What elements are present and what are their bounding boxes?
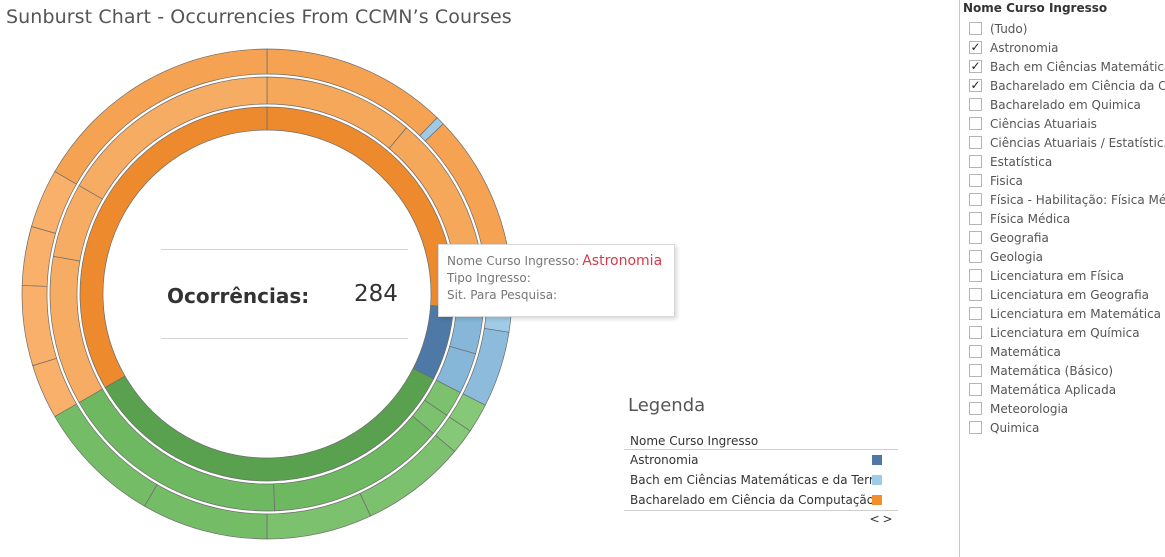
filter-item[interactable]: Fisica — [969, 172, 1165, 191]
filter-item[interactable]: (Tudo) — [969, 20, 1165, 39]
legend-swatch — [872, 495, 882, 505]
legend-item-astronomia[interactable]: Astronomia — [624, 450, 898, 470]
filter-item-label: Fisica — [990, 174, 1023, 188]
legend-header: Nome Curso Ingresso — [624, 432, 898, 450]
filter-title: Nome Curso Ingresso — [963, 1, 1108, 15]
legend-next-button[interactable]: > — [881, 511, 894, 527]
filter-item[interactable]: Ciências Atuariais — [969, 115, 1165, 134]
filter-item[interactable]: Licenciatura em Matemática — [969, 305, 1165, 324]
tooltip-situation-label: Sit. Para Pesquisa: — [447, 288, 558, 302]
center-label: Ocorrências: — [167, 284, 310, 308]
legend-pager: < > — [868, 511, 896, 527]
filter-item-label: Licenciatura em Matemática — [990, 307, 1162, 321]
filter-checkbox[interactable] — [969, 136, 982, 149]
filter-item[interactable]: Estatística — [969, 153, 1165, 172]
legend-bottom-rule — [624, 510, 898, 511]
legend-item-bach-ciencias-matematicas[interactable]: Bach em Ciências Matemáticas e da Terra — [624, 470, 898, 490]
legend-item-label: Bacharelado em Ciência da Computação — [630, 493, 875, 507]
filter-checkbox[interactable]: ✓ — [969, 60, 982, 73]
tooltip-row-type: Tipo Ingresso: — [447, 270, 674, 287]
filter-checkbox[interactable] — [969, 364, 982, 377]
filter-checkbox[interactable] — [969, 345, 982, 358]
filter-item-label: Licenciatura em Química — [990, 326, 1140, 340]
center-divider-top — [161, 249, 408, 250]
filter-item-label: (Tudo) — [990, 22, 1028, 36]
filter-item-label: Matemática Aplicada — [990, 383, 1117, 397]
filter-item[interactable]: Matemática Aplicada — [969, 381, 1165, 400]
filter-checkbox[interactable] — [969, 421, 982, 434]
filter-checkbox[interactable] — [969, 402, 982, 415]
filter-item[interactable]: Física Médica — [969, 210, 1165, 229]
filter-item-label: Meteorologia — [990, 402, 1069, 416]
filter-checkbox[interactable] — [969, 250, 982, 263]
center-divider-bottom — [161, 338, 408, 339]
legend-title: Legenda — [628, 395, 706, 416]
filter-item[interactable]: Matemática — [969, 343, 1165, 362]
filter-item[interactable]: Quimica — [969, 419, 1165, 438]
filter-item-label: Matemática (Básico) — [990, 364, 1114, 378]
filter-item[interactable]: Matemática (Básico) — [969, 362, 1165, 381]
filter-item-label: Geologia — [990, 250, 1044, 264]
legend-prev-button[interactable]: < — [868, 511, 881, 527]
filter-item[interactable]: ✓ Bach em Ciências Matemática.. — [969, 58, 1165, 77]
filter-item[interactable]: Licenciatura em Física — [969, 267, 1165, 286]
filter-item-label: Quimica — [990, 421, 1040, 435]
legend-swatch — [872, 475, 882, 485]
legend-item-bacharelado-computacao[interactable]: Bacharelado em Ciência da Computação — [624, 490, 898, 510]
filter-item[interactable]: Licenciatura em Geografia — [969, 286, 1165, 305]
filter-checkbox[interactable] — [969, 307, 982, 320]
filter-item-label: Licenciatura em Geografia — [990, 288, 1150, 302]
filter-checkbox[interactable] — [969, 22, 982, 35]
filter-checkbox[interactable] — [969, 98, 982, 111]
filter-checkbox[interactable] — [969, 155, 982, 168]
tooltip: Nome Curso Ingresso: Astronomia Tipo Ingr… — [438, 244, 675, 317]
filter-item[interactable]: Meteorologia — [969, 400, 1165, 419]
filter-checkbox[interactable] — [969, 117, 982, 130]
legend-item-label: Bach em Ciências Matemáticas e da Terra — [630, 473, 882, 487]
center-value: 284 — [354, 281, 398, 307]
filter-checkbox[interactable]: ✓ — [969, 41, 982, 54]
tooltip-type-label: Tipo Ingresso: — [447, 271, 531, 285]
filter-checkbox[interactable] — [969, 288, 982, 301]
filter-checkbox[interactable] — [969, 326, 982, 339]
legend-swatch — [872, 455, 882, 465]
filter-item-label: Matemática — [990, 345, 1061, 359]
filter-item-label: Estatística — [990, 155, 1053, 169]
filter-item-label: Física - Habilitação: Física Mé.. — [990, 193, 1165, 207]
filter-checkbox[interactable] — [969, 383, 982, 396]
filter-item[interactable]: Bacharelado em Quimica — [969, 96, 1165, 115]
filter-item-label: Física Médica — [990, 212, 1071, 226]
filter-checkbox[interactable] — [969, 269, 982, 282]
filter-item-label: Geografia — [990, 231, 1049, 245]
filter-checkbox[interactable]: ✓ — [969, 79, 982, 92]
panel-divider — [959, 0, 960, 557]
filter-item[interactable]: ✓ Bacharelado em Ciência da Co.. — [969, 77, 1165, 96]
filter-item-label: Astronomia — [990, 41, 1059, 55]
filter-checkbox[interactable] — [969, 193, 982, 206]
filter-item-label: Bacharelado em Quimica — [990, 98, 1141, 112]
filter-checkbox[interactable] — [969, 174, 982, 187]
filter-item-label: Ciências Atuariais / Estatístic.. — [990, 136, 1165, 150]
tooltip-course-value: Astronomia — [582, 253, 663, 269]
filter-item[interactable]: Geografia — [969, 229, 1165, 248]
tooltip-row-situation: Sit. Para Pesquisa: — [447, 287, 674, 304]
filter-item-label: Ciências Atuariais — [990, 117, 1097, 131]
filter-item-label: Bach em Ciências Matemática.. — [990, 60, 1165, 74]
filter-item[interactable]: Geologia — [969, 248, 1165, 267]
filter-item[interactable]: ✓ Astronomia — [969, 39, 1165, 58]
filter-item-label: Bacharelado em Ciência da Co.. — [990, 79, 1165, 93]
legend-item-label: Astronomia — [630, 453, 699, 467]
filter-checkbox[interactable] — [969, 231, 982, 244]
filter-checkbox[interactable] — [969, 212, 982, 225]
filter-item-label: Licenciatura em Física — [990, 269, 1124, 283]
tooltip-row-course: Nome Curso Ingresso: Astronomia — [447, 253, 674, 270]
filter-item[interactable]: Ciências Atuariais / Estatístic.. — [969, 134, 1165, 153]
filter-item[interactable]: Física - Habilitação: Física Mé.. — [969, 191, 1165, 210]
tooltip-course-label: Nome Curso Ingresso: — [447, 254, 580, 268]
filter-item[interactable]: Licenciatura em Química — [969, 324, 1165, 343]
